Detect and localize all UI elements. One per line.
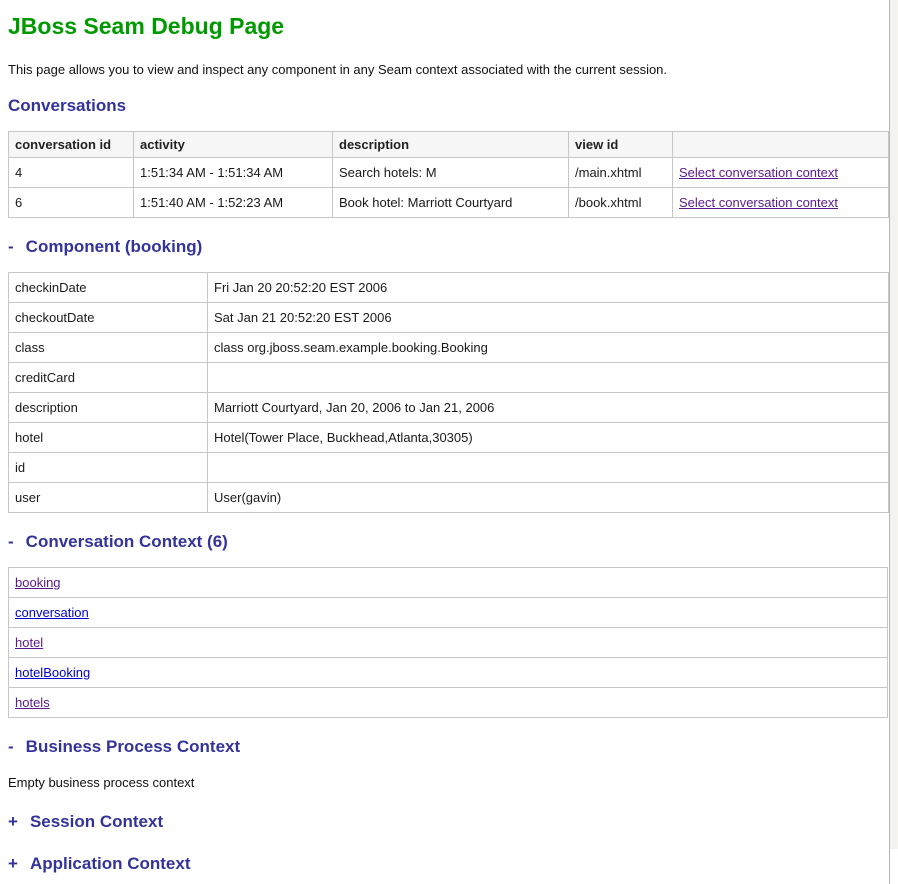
conversation-row: 6 1:51:40 AM - 1:52:23 AM Book hotel: Ma… xyxy=(9,188,889,218)
property-value-cell xyxy=(208,453,889,483)
property-name-cell: description xyxy=(9,393,208,423)
property-value-cell: Hotel(Tower Place, Buckhead,Atlanta,3030… xyxy=(208,423,889,453)
context-entry-cell: hotel xyxy=(9,628,888,658)
property-row: class class org.jboss.seam.example.booki… xyxy=(9,333,889,363)
context-entry-row: hotel xyxy=(9,628,888,658)
property-row: user User(gavin) xyxy=(9,483,889,513)
conversation-id-cell: 4 xyxy=(9,158,134,188)
conversations-heading: Conversations xyxy=(8,96,889,116)
context-entry-cell: hotels xyxy=(9,688,888,718)
context-entry-cell: booking xyxy=(9,568,888,598)
collapse-toggle-icon[interactable]: - xyxy=(8,737,14,757)
expand-toggle-icon[interactable]: + xyxy=(8,812,18,832)
context-entry-row: booking xyxy=(9,568,888,598)
property-row: creditCard xyxy=(9,363,889,393)
business-process-context-section-heading: -Business Process Context xyxy=(8,737,889,757)
column-actions xyxy=(673,132,889,158)
actions-cell: Select conversation context xyxy=(673,188,889,218)
context-entry-row: hotelBooking xyxy=(9,658,888,688)
session-context-section-heading: + Session Context xyxy=(8,812,889,832)
context-entry-row: hotels xyxy=(9,688,888,718)
property-name-cell: creditCard xyxy=(9,363,208,393)
property-name-cell: hotel xyxy=(9,423,208,453)
conversations-header-row: conversation id activity description vie… xyxy=(9,132,889,158)
property-name-cell: checkoutDate xyxy=(9,303,208,333)
context-entry-link[interactable]: conversation xyxy=(15,605,89,620)
conversation-id-cell: 6 xyxy=(9,188,134,218)
context-entry-cell: conversation xyxy=(9,598,888,628)
column-activity: activity xyxy=(134,132,333,158)
property-row: description Marriott Courtyard, Jan 20, … xyxy=(9,393,889,423)
property-name-cell: user xyxy=(9,483,208,513)
column-view-id: view id xyxy=(569,132,673,158)
empty-business-process-message: Empty business process context xyxy=(8,775,889,790)
collapse-toggle-icon[interactable]: - xyxy=(8,532,14,552)
application-context-heading-label: Application Context xyxy=(30,854,191,873)
session-context-heading-label: Session Context xyxy=(30,812,163,831)
context-entry-link[interactable]: hotels xyxy=(15,695,50,710)
context-entry-link[interactable]: booking xyxy=(15,575,61,590)
view-id-cell: /book.xhtml xyxy=(569,188,673,218)
property-value-cell: User(gavin) xyxy=(208,483,889,513)
context-entry-link[interactable]: hotelBooking xyxy=(15,665,90,680)
description-cell: Book hotel: Marriott Courtyard xyxy=(333,188,569,218)
conversations-table: conversation id activity description vie… xyxy=(8,131,889,218)
select-conversation-context-link[interactable]: Select conversation context xyxy=(679,195,838,210)
component-heading-label: Component (booking) xyxy=(26,237,203,256)
property-name-cell: class xyxy=(9,333,208,363)
view-id-cell: /main.xhtml xyxy=(569,158,673,188)
property-name-cell: id xyxy=(9,453,208,483)
conversation-context-table: booking conversation hotel hotelBooking xyxy=(8,567,888,718)
window-edge-strip xyxy=(890,0,898,849)
seam-debug-page: JBoss Seam Debug Page This page allows y… xyxy=(0,0,890,884)
property-value-cell: Fri Jan 20 20:52:20 EST 2006 xyxy=(208,273,889,303)
property-row: id xyxy=(9,453,889,483)
description-cell: Search hotels: M xyxy=(333,158,569,188)
conversation-row: 4 1:51:34 AM - 1:51:34 AM Search hotels:… xyxy=(9,158,889,188)
property-value-cell xyxy=(208,363,889,393)
context-entry-row: conversation xyxy=(9,598,888,628)
conversation-context-heading-label: Conversation Context (6) xyxy=(26,532,228,551)
property-value-cell: Sat Jan 21 20:52:20 EST 2006 xyxy=(208,303,889,333)
actions-cell: Select conversation context xyxy=(673,158,889,188)
expand-toggle-icon[interactable]: + xyxy=(8,854,18,874)
collapse-toggle-icon[interactable]: - xyxy=(8,237,14,257)
component-properties-table: checkinDate Fri Jan 20 20:52:20 EST 2006… xyxy=(8,272,889,513)
property-value-cell: class org.jboss.seam.example.booking.Boo… xyxy=(208,333,889,363)
property-row: checkinDate Fri Jan 20 20:52:20 EST 2006 xyxy=(9,273,889,303)
property-row: hotel Hotel(Tower Place, Buckhead,Atlant… xyxy=(9,423,889,453)
application-context-section-heading: + Application Context xyxy=(8,854,889,874)
business-process-context-heading-label: Business Process Context xyxy=(26,737,240,756)
property-value-cell: Marriott Courtyard, Jan 20, 2006 to Jan … xyxy=(208,393,889,423)
column-description: description xyxy=(333,132,569,158)
context-entry-cell: hotelBooking xyxy=(9,658,888,688)
component-section-heading: -Component (booking) xyxy=(8,237,889,257)
browser-viewport: JBoss Seam Debug Page This page allows y… xyxy=(0,0,898,849)
activity-cell: 1:51:34 AM - 1:51:34 AM xyxy=(134,158,333,188)
context-entry-link[interactable]: hotel xyxy=(15,635,43,650)
activity-cell: 1:51:40 AM - 1:52:23 AM xyxy=(134,188,333,218)
property-name-cell: checkinDate xyxy=(9,273,208,303)
column-conversation-id: conversation id xyxy=(9,132,134,158)
property-row: checkoutDate Sat Jan 21 20:52:20 EST 200… xyxy=(9,303,889,333)
page-title: JBoss Seam Debug Page xyxy=(8,12,889,40)
intro-text: This page allows you to view and inspect… xyxy=(8,62,889,77)
select-conversation-context-link[interactable]: Select conversation context xyxy=(679,165,838,180)
conversation-context-section-heading: -Conversation Context (6) xyxy=(8,532,889,552)
